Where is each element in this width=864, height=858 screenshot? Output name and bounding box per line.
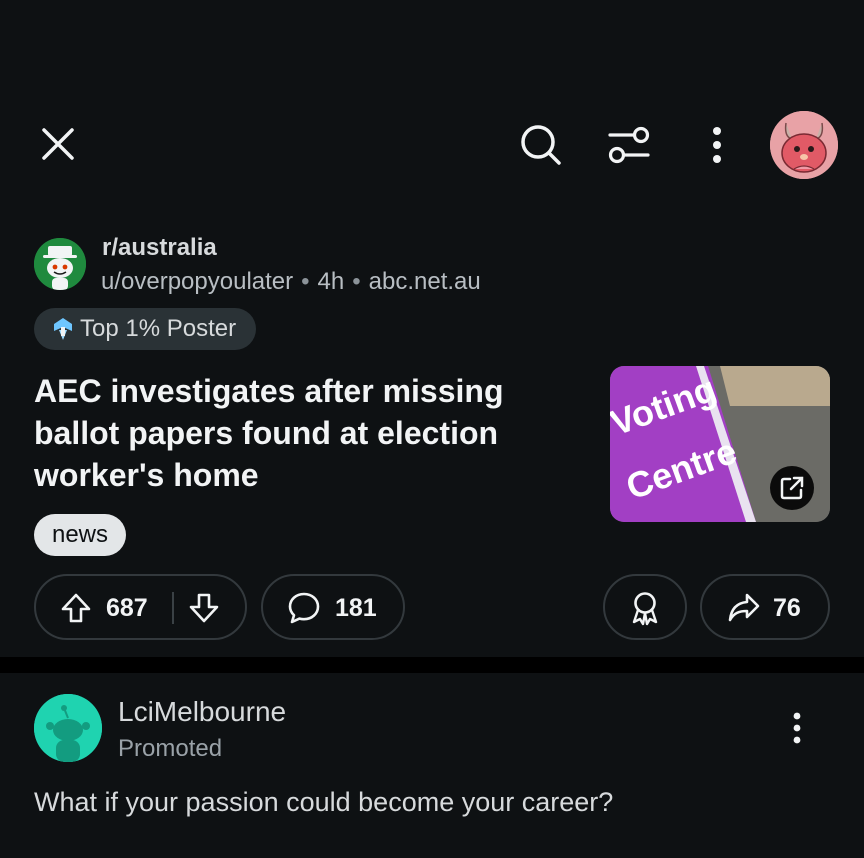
- snoo-hat-avatar-icon: [34, 238, 86, 290]
- close-button[interactable]: [36, 122, 80, 166]
- advertiser-name[interactable]: LciMelbourne: [118, 696, 286, 728]
- filter-button[interactable]: [606, 124, 652, 166]
- user-flair-badge: Top 1% Poster: [34, 308, 256, 350]
- vote-divider: [172, 592, 174, 624]
- post-thumbnail[interactable]: Voting Centre: [610, 366, 830, 522]
- share-arrow-icon: [728, 593, 760, 622]
- close-icon: [42, 128, 74, 160]
- more-vertical-icon: [793, 712, 801, 744]
- link-domain[interactable]: abc.net.au: [369, 268, 481, 295]
- subreddit-name[interactable]: r/australia: [102, 234, 217, 262]
- author-name[interactable]: u/overpopyoulater: [101, 268, 293, 295]
- snoo-devil-avatar-icon: [770, 111, 838, 179]
- downvote-button[interactable]: [188, 592, 220, 624]
- promoted-more-button[interactable]: [784, 708, 810, 748]
- comments-button[interactable]: 181: [261, 574, 405, 640]
- more-vertical-icon: [713, 127, 721, 163]
- more-options-button[interactable]: [704, 124, 730, 166]
- share-count: 76: [773, 594, 801, 622]
- post-title[interactable]: AEC investigates after missing ballot pa…: [34, 370, 534, 496]
- downvote-arrow-icon: [189, 593, 219, 623]
- upvote-button[interactable]: [60, 592, 92, 624]
- external-link-icon: [780, 476, 804, 500]
- share-button[interactable]: 76: [700, 574, 830, 640]
- meta-separator: •: [301, 268, 310, 295]
- sliders-icon: [608, 126, 650, 164]
- comment-count: 181: [335, 594, 377, 622]
- post-age: 4h: [317, 268, 345, 295]
- award-button[interactable]: [603, 574, 687, 640]
- award-icon: [632, 592, 658, 626]
- external-link-badge: [770, 466, 814, 510]
- feed-divider: [0, 657, 864, 673]
- meta-separator: •: [352, 268, 361, 295]
- upvote-arrow-icon: [61, 593, 91, 623]
- snoo-avatar-icon: [34, 694, 102, 762]
- search-icon: [521, 125, 561, 165]
- comment-bubble-icon: [288, 592, 320, 624]
- post-meta: u/overpopyoulater • 4h • abc.net.au: [101, 268, 481, 296]
- promoted-body-text[interactable]: What if your passion could become your c…: [34, 787, 613, 818]
- promoted-label: Promoted: [118, 735, 223, 762]
- subreddit-avatar[interactable]: [34, 238, 86, 290]
- upvote-count: 687: [106, 594, 148, 622]
- user-avatar[interactable]: [770, 111, 838, 179]
- vote-pill: 687: [34, 574, 247, 640]
- user-flair-label: Top 1% Poster: [80, 315, 237, 342]
- advertiser-avatar[interactable]: [34, 694, 102, 762]
- post-flair-tag[interactable]: news: [34, 514, 126, 556]
- search-button[interactable]: [518, 122, 564, 168]
- top-poster-icon: [54, 318, 72, 340]
